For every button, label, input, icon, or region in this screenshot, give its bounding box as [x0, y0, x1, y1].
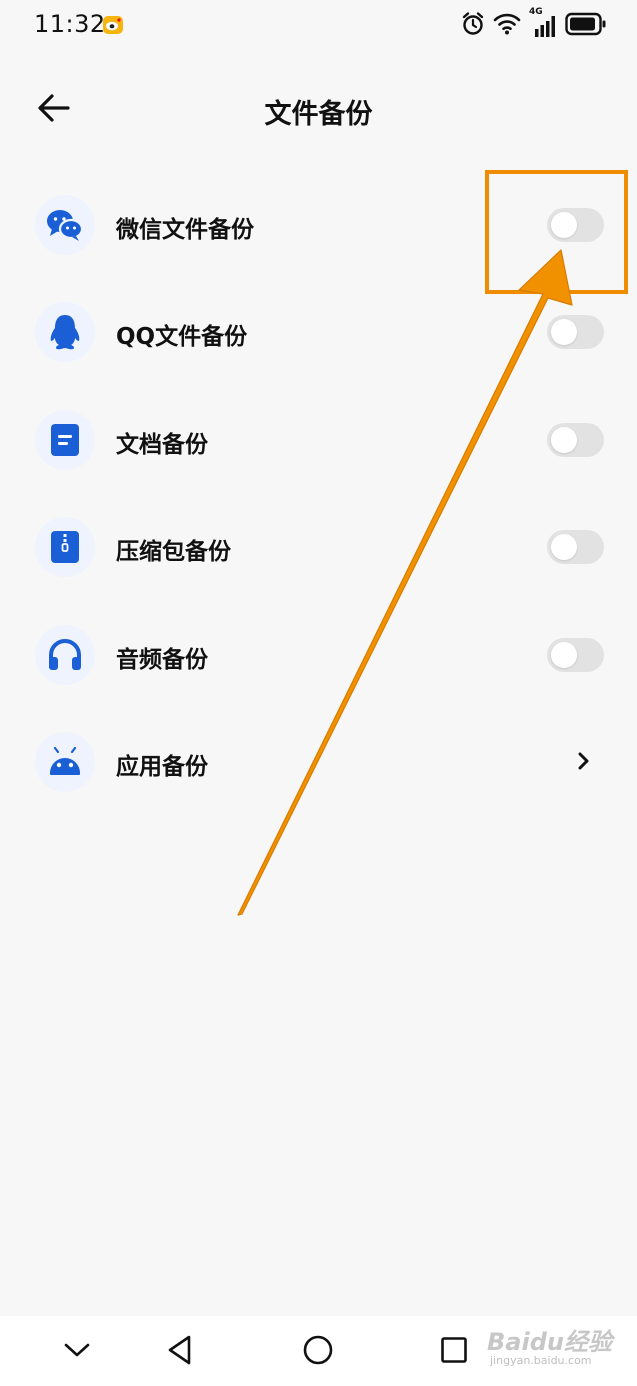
signal-icon: 4G — [529, 7, 557, 39]
chevron-right-icon — [572, 747, 596, 775]
item-label: 微信文件备份 — [116, 217, 254, 243]
item-label: 音频备份 — [116, 646, 208, 673]
item-label: QQ文件备份 — [116, 324, 248, 351]
list-item-document-backup[interactable]: 文档备份 — [0, 387, 637, 494]
item-label: 应用备份 — [116, 753, 208, 780]
header: 文件备份 — [0, 75, 637, 145]
zip-backup-toggle[interactable] — [547, 530, 604, 565]
headphones-icon — [35, 624, 95, 685]
battery-icon — [565, 12, 607, 40]
nav-collapse-button[interactable] — [57, 1332, 97, 1372]
page-title: 文件备份 — [264, 99, 373, 130]
document-icon — [35, 409, 95, 470]
backup-options-list: 微信文件备份 QQ文件备份 文档备份 压缩包备份 音频备份 应用备份 — [0, 172, 637, 816]
toggle-knob — [551, 319, 577, 346]
list-item-zip-backup[interactable]: 压缩包备份 — [0, 494, 637, 601]
status-bar: 11:32 4G — [0, 0, 637, 52]
document-backup-toggle[interactable] — [547, 422, 604, 457]
baidu-jingyan-watermark: Baidu经验 jingyan.baidu.com — [487, 1316, 617, 1374]
audio-backup-toggle[interactable] — [547, 637, 604, 672]
item-label: 压缩包备份 — [116, 539, 231, 566]
list-item-audio-backup[interactable]: 音频备份 — [0, 602, 637, 709]
watermark-url: jingyan.baidu.com — [490, 1354, 592, 1367]
nav-back-button[interactable] — [160, 1332, 200, 1372]
wechat-backup-toggle[interactable] — [547, 208, 604, 242]
wechat-icon — [35, 195, 95, 255]
item-label: 文档备份 — [116, 431, 208, 458]
status-time: 11:32 — [34, 10, 106, 38]
weibo-icon — [102, 15, 124, 39]
nav-recents-button[interactable] — [434, 1332, 474, 1372]
alarm-icon — [461, 11, 485, 41]
list-item-qq-backup[interactable]: QQ文件备份 — [0, 279, 637, 386]
zip-archive-icon — [35, 517, 95, 578]
list-item-app-backup[interactable]: 应用备份 — [0, 709, 637, 816]
toggle-knob — [551, 534, 577, 561]
home-circle-icon — [302, 1334, 334, 1370]
toggle-knob — [551, 426, 577, 453]
qq-penguin-icon — [35, 302, 95, 363]
wifi-icon — [493, 12, 521, 40]
watermark-brand: Baidu经验 — [487, 1328, 612, 1356]
recents-square-icon — [440, 1336, 468, 1368]
qq-backup-toggle[interactable] — [547, 315, 604, 350]
back-triangle-icon — [167, 1335, 193, 1369]
nav-home-button[interactable] — [298, 1332, 338, 1372]
toggle-knob — [551, 641, 577, 668]
chevron-down-icon — [64, 1342, 90, 1362]
list-item-wechat-backup[interactable]: 微信文件备份 — [0, 172, 637, 279]
toggle-knob — [551, 212, 577, 238]
android-icon — [35, 731, 95, 792]
